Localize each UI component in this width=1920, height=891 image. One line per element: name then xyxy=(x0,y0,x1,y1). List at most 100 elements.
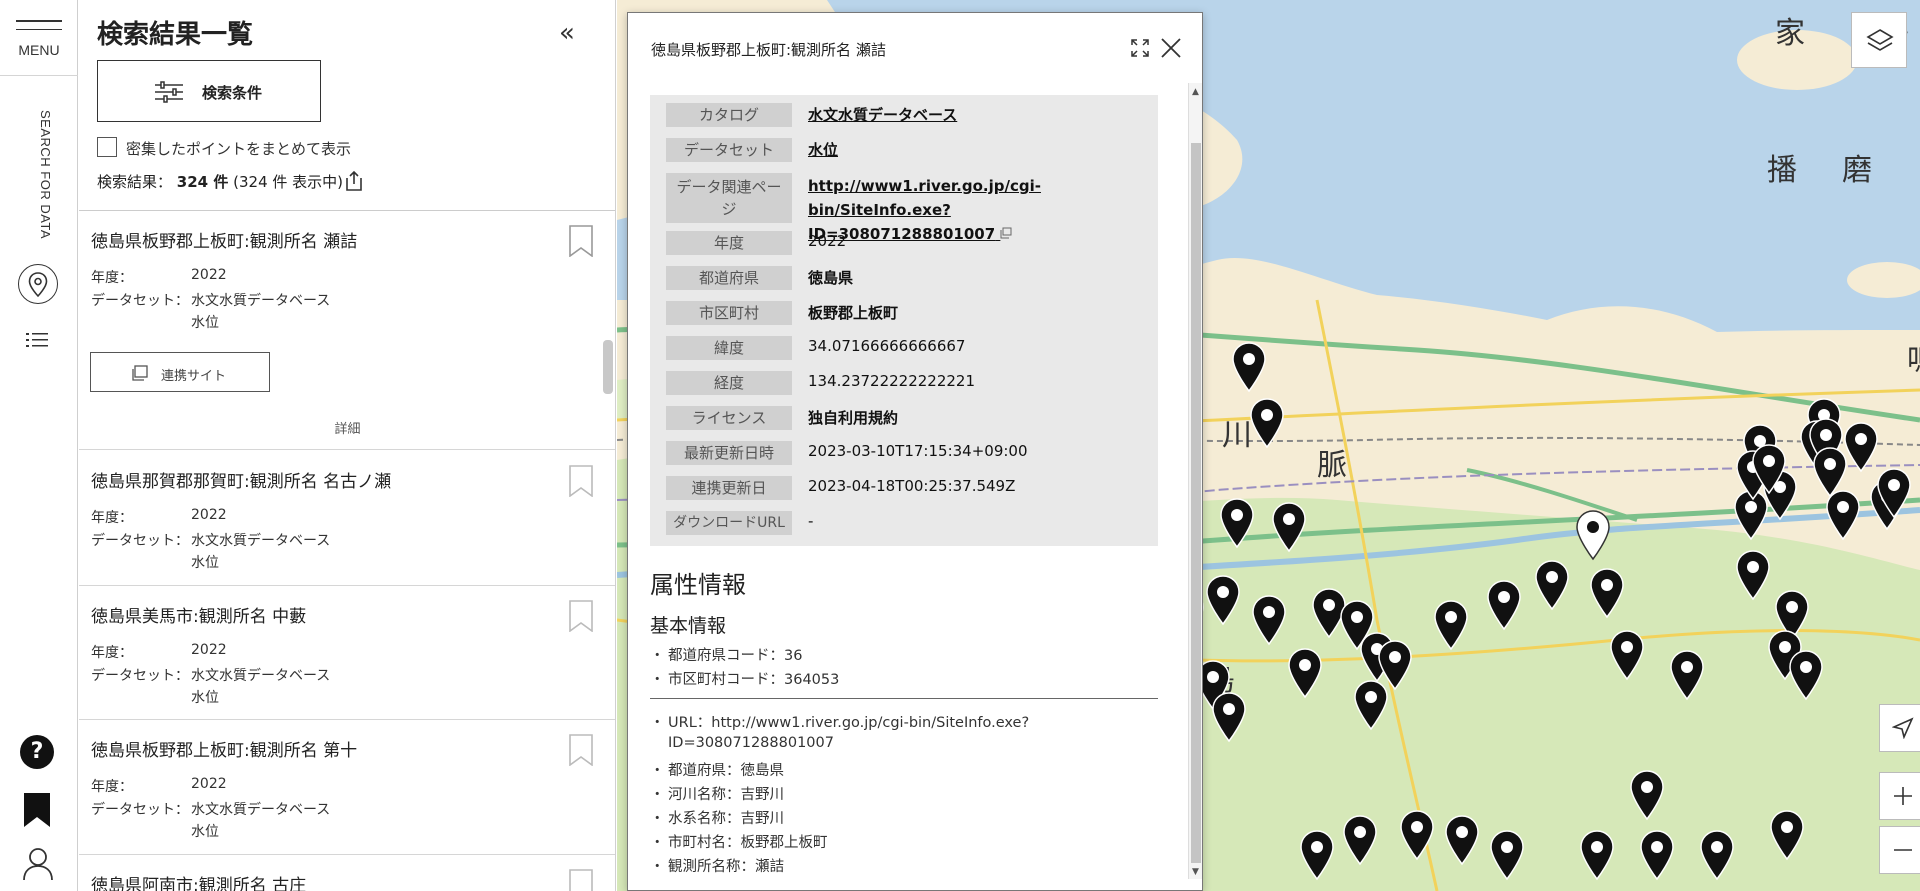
popup-scrollbar[interactable]: ▲ ▼ xyxy=(1188,83,1202,879)
map-pin-nav-button[interactable] xyxy=(18,264,58,304)
map-pin-icon[interactable] xyxy=(1490,830,1524,881)
year-value: 2022 xyxy=(191,642,227,658)
cluster-points-checkbox[interactable] xyxy=(97,137,117,157)
meta-row-longitude: 経度 134.23722222222221 xyxy=(650,367,1158,402)
map-pin-icon[interactable] xyxy=(1378,640,1412,691)
bookmark-icon[interactable] xyxy=(568,600,594,632)
map-pin-icon[interactable] xyxy=(1400,810,1434,861)
map-pin-icon[interactable] xyxy=(1300,830,1334,881)
bookmark-icon[interactable] xyxy=(568,465,594,497)
dataset-sub-value: 水位 xyxy=(191,690,219,706)
map-pin-icon[interactable] xyxy=(1206,575,1240,626)
result-card[interactable]: 徳島県美馬市:観測所名 中藪 年度： 2022 データセット： 水文水質データベ… xyxy=(79,586,615,720)
map-pin-icon[interactable] xyxy=(1813,447,1847,498)
meta-row-dataset: データセット 水位 xyxy=(650,134,1158,169)
meta-value: 独自利用規約 xyxy=(808,409,899,427)
collapse-panel-icon[interactable]: « xyxy=(559,18,575,48)
meta-key: ダウンロードURL xyxy=(666,511,792,535)
help-icon[interactable]: ? xyxy=(20,735,54,769)
map-pin-icon[interactable] xyxy=(1736,550,1770,601)
meta-key-line: データ関連ペー xyxy=(676,178,782,196)
map-pin-icon[interactable] xyxy=(1770,810,1804,861)
map-pin-icon[interactable] xyxy=(1734,490,1768,541)
map-pin-icon[interactable] xyxy=(1288,648,1322,699)
result-title[interactable]: 徳島県阿南市:観測所名 古庄 xyxy=(91,871,306,891)
hamburger-icon xyxy=(16,20,62,37)
dataset-value: 水文水質データベース xyxy=(191,802,331,818)
result-title[interactable]: 徳島県那賀郡那賀町:観測所名 名古ノ瀬 xyxy=(91,467,391,492)
map-pin-icon[interactable] xyxy=(1610,630,1644,681)
result-card[interactable]: 徳島県那賀郡那賀町:観測所名 名古ノ瀬 年度： 2022 データセット： 水文水… xyxy=(79,451,615,586)
map-pin-icon[interactable] xyxy=(1630,770,1664,821)
dataset-value: 水文水質データベース xyxy=(191,533,331,549)
map-pin-icon[interactable] xyxy=(1220,498,1254,549)
bookmark-icon[interactable] xyxy=(568,225,594,257)
user-account-button[interactable] xyxy=(22,847,54,885)
map-pin-icon[interactable] xyxy=(1670,650,1704,701)
meta-row-year: 年度 2022 xyxy=(650,227,1158,262)
map-pin-icon[interactable] xyxy=(1434,600,1468,651)
scroll-down-icon[interactable]: ▼ xyxy=(1192,867,1199,877)
map-pin-icon[interactable] xyxy=(1590,568,1624,619)
catalog-link[interactable]: 水文水質データベース xyxy=(808,104,957,125)
popup-scroll-thumb[interactable] xyxy=(1191,143,1201,863)
map-pin-icon[interactable] xyxy=(1250,398,1284,449)
detail-toggle[interactable]: 詳細 xyxy=(79,410,615,450)
meta-key: 都道府県 xyxy=(666,266,792,290)
bookmark-icon[interactable] xyxy=(568,869,594,891)
map-pin-icon[interactable] xyxy=(1343,815,1377,866)
expand-icon[interactable] xyxy=(1131,39,1149,57)
selected-map-pin-icon[interactable] xyxy=(1576,510,1610,561)
meta-key: データセット xyxy=(666,138,792,162)
popup-body[interactable]: カタログ 水文水質データベース データセット 水位 データ関連ページ http:… xyxy=(628,83,1188,883)
dataset-key: データセット： xyxy=(91,802,189,818)
map-pin-icon[interactable] xyxy=(1580,830,1614,881)
map-pin-icon[interactable] xyxy=(1312,588,1346,639)
map-pin-icon[interactable] xyxy=(1487,580,1521,631)
list-icon xyxy=(26,333,48,347)
results-scrollbar[interactable] xyxy=(603,340,613,394)
meta-key: データ関連ページ xyxy=(666,173,792,223)
search-for-data-tab[interactable]: SEARCH FOR DATA xyxy=(25,110,53,250)
map-pin-icon[interactable] xyxy=(1789,650,1823,701)
map-pin-icon[interactable] xyxy=(1272,502,1306,553)
meta-key: 市区町村 xyxy=(666,301,792,325)
list-nav-button[interactable] xyxy=(25,330,51,354)
plus-icon xyxy=(1894,787,1912,805)
close-icon[interactable] xyxy=(1160,37,1182,59)
layers-button[interactable] xyxy=(1851,12,1907,68)
result-title[interactable]: 徳島県板野郡上板町:観測所名 瀬詰 xyxy=(91,227,357,252)
meta-value: 2023-04-18T00:25:37.549Z xyxy=(808,477,1016,495)
map-pin-icon[interactable] xyxy=(1844,422,1878,473)
meta-row-latitude: 緯度 34.07166666666667 xyxy=(650,332,1158,367)
map-pin-icon[interactable] xyxy=(1535,560,1569,611)
scroll-up-icon[interactable]: ▲ xyxy=(1192,87,1199,97)
map-pin-icon[interactable] xyxy=(1640,830,1674,881)
dataset-sub-value: 水位 xyxy=(191,555,219,571)
map-pin-icon[interactable] xyxy=(1354,680,1388,731)
map-pin-icon[interactable] xyxy=(1700,830,1734,881)
bookmark-icon[interactable] xyxy=(568,734,594,766)
bookmark-nav-button[interactable] xyxy=(22,792,52,832)
map-pin-icon[interactable] xyxy=(1252,595,1286,646)
search-conditions-button[interactable]: 検索条件 xyxy=(97,60,321,122)
map-pin-icon[interactable] xyxy=(1232,342,1266,393)
dataset-link[interactable]: 水位 xyxy=(808,139,838,160)
results-list[interactable]: 徳島県板野郡上板町:観測所名 瀬詰 年度： 2022 データセット： 水文水質デ… xyxy=(79,210,615,891)
zoom-in-button[interactable] xyxy=(1879,772,1920,820)
result-card[interactable]: 徳島県板野郡上板町:観測所名 第十 年度： 2022 データセット： 水文水質デ… xyxy=(79,720,615,855)
linked-site-button[interactable]: 連携サイト xyxy=(90,352,270,392)
export-icon[interactable] xyxy=(344,170,364,192)
result-count-prefix: 検索結果： xyxy=(97,173,173,191)
menu-button[interactable]: MENU xyxy=(0,0,78,76)
dataset-value: 水文水質データベース xyxy=(191,668,331,684)
meta-value: - xyxy=(808,512,814,530)
result-card[interactable]: 徳島県阿南市:観測所名 古庄 xyxy=(79,855,615,891)
map-pin-icon[interactable] xyxy=(1826,490,1860,541)
zoom-out-button[interactable] xyxy=(1879,826,1920,874)
map-pin-icon[interactable] xyxy=(1445,815,1479,866)
result-title[interactable]: 徳島県板野郡上板町:観測所名 第十 xyxy=(91,736,357,761)
current-location-button[interactable] xyxy=(1879,704,1920,752)
map-pin-icon[interactable] xyxy=(1212,692,1246,743)
result-title[interactable]: 徳島県美馬市:観測所名 中藪 xyxy=(91,602,306,627)
